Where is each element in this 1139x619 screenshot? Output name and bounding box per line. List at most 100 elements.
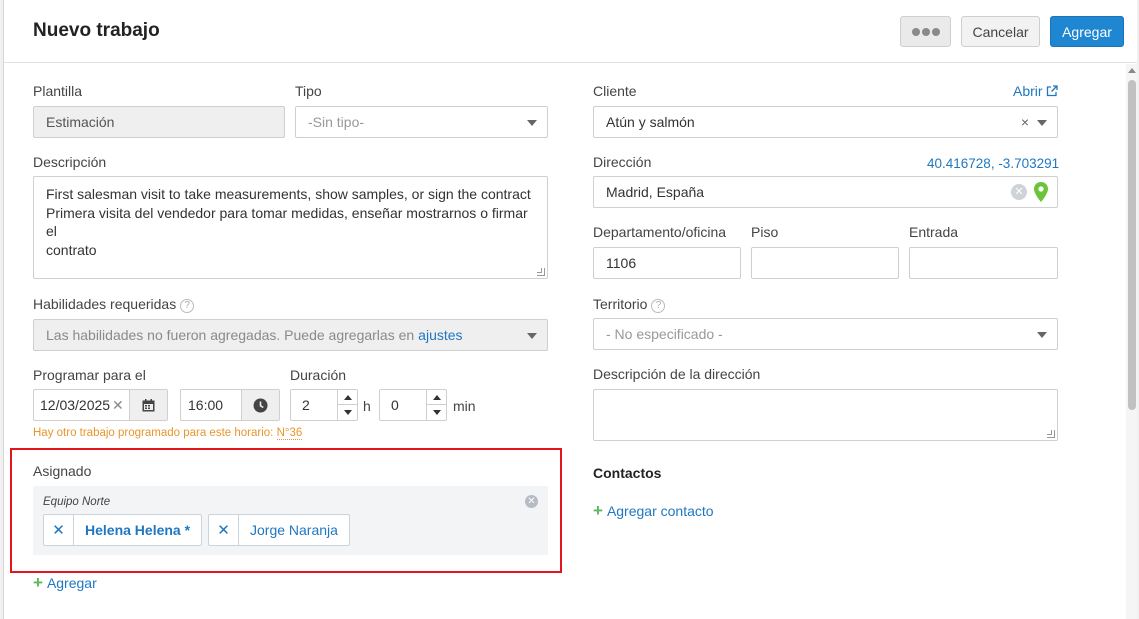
habilidades-label-text: Habilidades requeridas: [33, 296, 177, 312]
tipo-select[interactable]: -Sin tipo-: [295, 106, 548, 138]
asignado-label: Asignado: [33, 463, 92, 479]
resize-handle-icon[interactable]: [1047, 430, 1055, 438]
piso-label: Piso: [751, 224, 779, 240]
add-assignee-label: Agregar: [46, 575, 97, 591]
cliente-select[interactable]: Atún y salmón ×: [593, 106, 1058, 138]
time-value: 16:00: [188, 397, 224, 413]
habilidades-placeholder: Las habilidades no fueron agregadas. Pue…: [46, 327, 415, 343]
minutes-value: 0: [391, 397, 399, 413]
clear-date-icon[interactable]: ✕: [112, 397, 124, 414]
date-field[interactable]: 12/03/2025 ✕: [33, 389, 168, 421]
dot-icon: [931, 27, 940, 36]
more-options-button[interactable]: [900, 16, 951, 47]
tipo-label: Tipo: [295, 83, 322, 99]
add-button[interactable]: Agregar: [1050, 16, 1124, 47]
descripcion-line: First salesman visit to take measurement…: [46, 186, 531, 202]
hours-stepper[interactable]: 2: [290, 389, 358, 421]
piso-input[interactable]: [751, 247, 899, 279]
hours-value: 2: [302, 397, 310, 413]
territorio-placeholder: - No especificado -: [606, 326, 723, 342]
cliente-label: Cliente: [593, 83, 637, 99]
calendar-icon: [142, 398, 155, 411]
assignee-chip: ✕ Helena Helena *: [43, 514, 203, 546]
habilidades-select[interactable]: Las habilidades no fueron agregadas. Pue…: [33, 319, 548, 351]
habilidades-label: Habilidades requeridas?: [33, 296, 195, 313]
add-contact-label: Agregar contacto: [606, 503, 714, 519]
calendar-button[interactable]: [129, 390, 167, 420]
new-job-dialog: Nuevo trabajo Cancelar Agregar Plantilla…: [3, 0, 1137, 619]
departamento-input[interactable]: 1106: [593, 247, 741, 279]
clock-button[interactable]: [241, 390, 279, 420]
minutes-unit: min: [453, 398, 476, 414]
entrada-input[interactable]: [909, 247, 1058, 279]
assignee-name[interactable]: Helena Helena *: [74, 515, 201, 545]
direccion-value: Madrid, España: [606, 184, 705, 200]
assignee-chip: ✕ Jorge Naranja: [208, 514, 350, 546]
contactos-title: Contactos: [593, 465, 662, 481]
descripcion-textarea[interactable]: First salesman visit to take measurement…: [33, 176, 548, 279]
decrement-icon[interactable]: [427, 405, 446, 420]
entrada-label: Entrada: [909, 224, 959, 240]
descripcion-label: Descripción: [33, 154, 107, 170]
clear-address-icon[interactable]: ✕: [1011, 184, 1027, 200]
desc-direccion-label: Descripción de la dirección: [593, 366, 761, 382]
time-field[interactable]: 16:00: [180, 389, 280, 421]
departamento-value: 1106: [606, 255, 637, 271]
resize-handle-icon[interactable]: [537, 268, 545, 276]
scroll-thumb[interactable]: [1128, 80, 1136, 410]
team-group: Equipo Norte ✕ ✕ Helena Helena * ✕ Jorge…: [33, 486, 548, 555]
programar-label: Programar para el: [33, 367, 146, 383]
cliente-value: Atún y salmón: [606, 114, 695, 130]
scrollbar[interactable]: [1126, 64, 1137, 619]
map-pin-icon[interactable]: [1034, 182, 1048, 202]
open-client-label: Abrir: [1013, 83, 1043, 99]
schedule-conflict-warning: Hay otro trabajo programado para este ho…: [33, 427, 303, 440]
duracion-label: Duración: [290, 367, 347, 383]
team-name: Equipo Norte: [43, 496, 111, 508]
tipo-placeholder: -Sin tipo-: [308, 114, 365, 130]
minutes-stepper[interactable]: 0: [379, 389, 447, 421]
clear-client-icon[interactable]: ×: [1021, 114, 1029, 130]
plus-icon: +: [593, 501, 603, 520]
date-value: 12/03/2025: [40, 397, 111, 413]
conflict-job-link[interactable]: N°36: [276, 427, 303, 440]
remove-assignee-icon[interactable]: ✕: [209, 515, 239, 545]
territorio-label: Territorio?: [593, 296, 666, 313]
decrement-icon[interactable]: [338, 405, 357, 420]
dot-icon: [921, 27, 930, 36]
cancel-button[interactable]: Cancelar: [961, 16, 1040, 47]
plantilla-label: Plantilla: [33, 83, 83, 99]
add-contact-link[interactable]: + Agregar contacto: [593, 501, 714, 521]
territorio-select[interactable]: - No especificado -: [593, 318, 1058, 350]
increment-icon[interactable]: [338, 390, 357, 405]
add-assignee-link[interactable]: + Agregar: [33, 573, 97, 593]
descripcion-line: Primera visita del vendedor para tomar m…: [46, 204, 528, 240]
warning-text: Hay otro trabajo programado para este ho…: [33, 427, 274, 439]
dialog-header: Nuevo trabajo Cancelar Agregar: [4, 0, 1137, 63]
descripcion-line: contrato: [46, 241, 97, 258]
scroll-up-arrow-icon[interactable]: [1128, 68, 1136, 73]
departamento-label: Departamento/oficina: [593, 224, 727, 240]
remove-team-icon[interactable]: ✕: [525, 495, 538, 508]
assignee-name[interactable]: Jorge Naranja: [239, 515, 349, 545]
chevron-down-icon: [527, 120, 537, 126]
direccion-input[interactable]: Madrid, España ✕: [593, 176, 1058, 208]
ajustes-link[interactable]: ajustes: [418, 327, 462, 343]
help-icon[interactable]: ?: [651, 299, 666, 313]
plantilla-value: Estimación: [46, 114, 115, 130]
external-link-icon: [1046, 85, 1058, 97]
help-icon[interactable]: ?: [180, 299, 195, 313]
plantilla-field: Estimación: [33, 106, 285, 138]
dot-icon: [911, 27, 920, 36]
chevron-down-icon: [527, 333, 537, 339]
clock-icon: [253, 398, 268, 412]
chevron-down-icon: [1037, 332, 1047, 338]
direccion-label: Dirección: [593, 154, 652, 170]
desc-direccion-textarea[interactable]: [593, 389, 1058, 441]
open-client-link[interactable]: Abrir: [1013, 83, 1058, 99]
territorio-label-text: Territorio: [593, 296, 648, 312]
increment-icon[interactable]: [427, 390, 446, 405]
remove-assignee-icon[interactable]: ✕: [44, 515, 74, 545]
coordinates-link[interactable]: 40.416728, -3.703291: [927, 156, 1059, 171]
hours-unit: h: [363, 398, 371, 414]
